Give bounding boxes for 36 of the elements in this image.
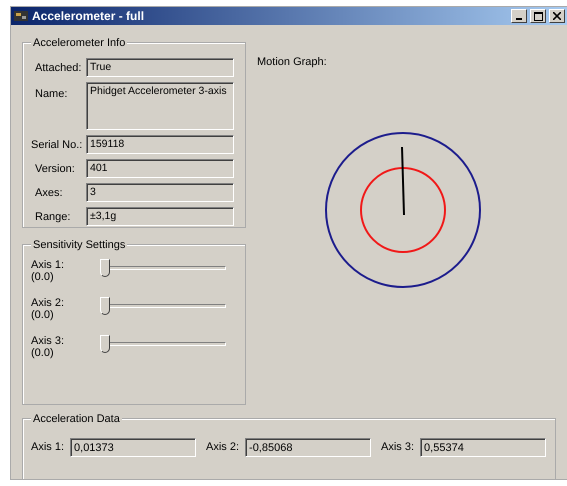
axis-label: Axis 1:	[31, 259, 66, 271]
info-field: Phidget Accelerometer 3-axis	[86, 82, 234, 130]
field-label: Version:	[34, 162, 76, 177]
axis-reading: (0.0)	[31, 271, 55, 283]
field-label: Range:	[34, 210, 72, 225]
maximize-icon	[534, 12, 542, 20]
info-field: 3	[86, 183, 234, 202]
info-field: 159118	[86, 135, 234, 154]
value-field: 0,01373	[70, 438, 196, 457]
axis-label: Axis 3:	[381, 440, 414, 456]
axis-label: Axis 3:	[31, 335, 66, 347]
info-field: 401	[86, 159, 234, 178]
info-field: ±3,1g	[86, 207, 234, 226]
axis-reading: (0.0)	[31, 347, 55, 359]
value-field: -0,85068	[245, 438, 372, 457]
graph-label: Motion Graph:	[257, 55, 327, 70]
slider-thumb[interactable]	[100, 297, 110, 315]
maximize-button[interactable]	[530, 9, 546, 23]
field-label: Serial No.:	[31, 138, 84, 153]
axis-label: Axis 2:	[31, 297, 66, 309]
axis-label: Axis 1:	[31, 440, 64, 456]
info-field: True	[86, 58, 234, 77]
group-title: Sensitivity Settings	[31, 237, 128, 254]
minimize-button[interactable]	[511, 9, 527, 23]
field-label: Name:	[34, 87, 68, 102]
slider-thumb[interactable]	[100, 259, 110, 277]
field-label: Attached:	[34, 61, 82, 76]
close-button[interactable]	[549, 9, 565, 23]
axis-label: Axis 2:	[206, 440, 240, 456]
value-field: 0,55374	[420, 438, 546, 457]
close-icon	[553, 12, 561, 20]
slider-thumb[interactable]	[100, 335, 110, 353]
field-label: Axes:	[34, 186, 64, 201]
axis-reading: (0.0)	[31, 309, 55, 321]
app-icon	[13, 9, 29, 23]
window-title: Accelerometer - full	[32, 8, 146, 25]
